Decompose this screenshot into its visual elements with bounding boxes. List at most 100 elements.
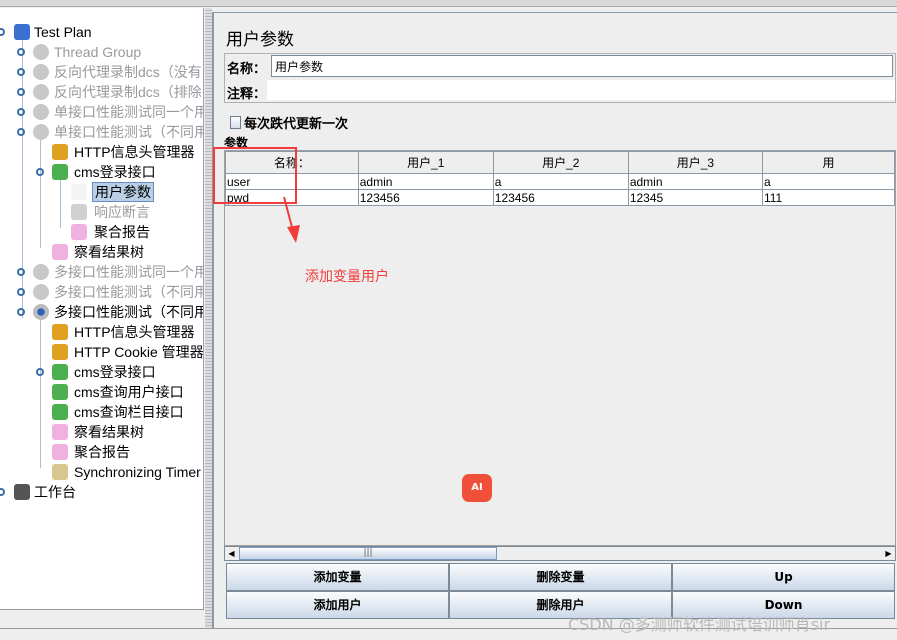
tree-node[interactable]: 聚合报告 (0, 222, 203, 242)
expand-handle-icon[interactable] (0, 488, 5, 496)
tree-node-label: 单接口性能测试同一个用 (54, 104, 204, 120)
tree-node[interactable]: 单接口性能测试（不同用 (0, 122, 203, 142)
table-row[interactable]: pwd 123456 123456 12345 111 (225, 189, 895, 206)
tree-node-label: 聚合报告 (94, 224, 150, 240)
tree-node[interactable]: HTTP Cookie 管理器 (0, 342, 204, 362)
expand-handle-icon[interactable] (17, 308, 25, 316)
expand-handle-icon[interactable] (17, 268, 25, 276)
gear-icon (33, 84, 49, 100)
tree-node[interactable]: 聚合报告 (0, 442, 203, 462)
tree-node[interactable]: 工作台 (0, 482, 203, 502)
tree-node[interactable]: HTTP信息头管理器 (0, 322, 203, 342)
tree-node-label: HTTP信息头管理器 (74, 144, 195, 160)
expand-handle-icon[interactable] (36, 168, 44, 176)
tree-node[interactable]: cms查询栏目接口 (0, 402, 203, 422)
tree-node-label: 反向代理录制dcs（没有 (54, 64, 202, 80)
expand-handle-icon[interactable] (0, 28, 5, 36)
table-cell[interactable]: admin (357, 173, 494, 190)
gear-icon (33, 64, 49, 80)
column-header[interactable]: 用户_3 (627, 151, 763, 174)
add-user-button[interactable]: 添加用户 (226, 591, 449, 619)
graph-icon (52, 444, 68, 460)
graph-icon (52, 424, 68, 440)
checkbox-icon[interactable] (230, 116, 241, 129)
table-cell[interactable]: 123456 (492, 189, 629, 206)
tree-node[interactable]: 单接口性能测试同一个用 (0, 102, 204, 122)
tree-node-label: 反向代理录制dcs（排除 (54, 84, 202, 100)
name-input[interactable]: 用户参数 (271, 55, 893, 77)
table-horizontal-scrollbar[interactable]: ◀ ||| ▶ (224, 546, 896, 561)
table-cell[interactable]: 111 (761, 189, 895, 206)
tree-node-label: cms登录接口 (74, 164, 156, 180)
expand-handle-icon[interactable] (17, 128, 25, 136)
tree-node-label: cms查询用户接口 (74, 384, 184, 400)
column-header[interactable]: 用 (761, 151, 895, 174)
tree-node[interactable]: Thread Group (0, 42, 203, 62)
tree-node[interactable]: 反向代理录制dcs（没有 (0, 62, 203, 82)
tree-horizontal-scrollbar[interactable] (0, 609, 204, 625)
tree-node-label: 多接口性能测试（不同用 (54, 304, 204, 320)
tree-node[interactable]: 多接口性能测试同一个用 (0, 262, 203, 282)
tree-node[interactable]: Synchronizing Timer (0, 462, 203, 482)
tree-node-label: Test Plan (34, 24, 92, 40)
timer-icon (52, 464, 68, 480)
comment-label: 注释： (227, 87, 267, 102)
add-variable-button[interactable]: 添加变量 (226, 563, 449, 591)
tree-node[interactable]: Test Plan (0, 22, 203, 42)
tree-node[interactable]: 多接口性能测试（不同用 (0, 282, 203, 302)
tree-node[interactable]: cms登录接口 (0, 362, 203, 382)
tree-node-label: 工作台 (34, 484, 76, 500)
tree-node[interactable]: cms登录接口 (0, 162, 203, 182)
up-button[interactable]: Up (672, 563, 895, 591)
update-once-per-iteration-checkbox[interactable]: 每次跌代更新一次 (230, 113, 348, 132)
parameters-table: 名称： 用户_1 用户_2 用户_3 用 user admin a admin … (225, 151, 895, 206)
ai-assistant-icon[interactable]: AI (462, 474, 492, 502)
table-cell[interactable]: a (492, 173, 629, 190)
annotation-arrow-icon (283, 196, 300, 243)
tree-node[interactable]: HTTP信息头管理器 (0, 142, 203, 162)
split-pane-divider[interactable] (205, 8, 212, 628)
annotation-text: 添加变量用户 (305, 269, 389, 285)
expand-handle-icon[interactable] (17, 68, 25, 76)
tree-node[interactable]: 反向代理录制dcs（排除 (0, 82, 203, 102)
gear-icon (33, 284, 49, 300)
tree-node[interactable]: 多接口性能测试（不同用 (0, 302, 204, 322)
tree-node-label: Thread Group (54, 44, 142, 60)
expand-handle-icon[interactable] (17, 48, 25, 56)
tree-node[interactable]: 察看结果树 (0, 422, 203, 442)
table-row[interactable]: user admin a admin a (225, 173, 895, 190)
tree-node-label: HTTP信息头管理器 (74, 324, 195, 340)
wrench-icon (52, 344, 68, 360)
column-header[interactable]: 用户_2 (492, 151, 629, 174)
table-cell[interactable]: admin (627, 173, 763, 190)
scroll-thumb[interactable]: ||| (239, 547, 497, 560)
panel-title: 用户参数 (226, 30, 294, 50)
tree-node[interactable]: 用户参数 (0, 182, 203, 202)
expand-handle-icon[interactable] (17, 108, 25, 116)
table-cell[interactable]: 123456 (357, 189, 494, 206)
scroll-left-icon[interactable]: ◀ (225, 547, 238, 560)
tree-node-label: cms查询栏目接口 (74, 404, 184, 420)
delete-variable-button[interactable]: 删除变量 (449, 563, 672, 591)
comment-input[interactable] (267, 80, 895, 100)
name-comment-group: 名称： 用户参数 注释： (224, 53, 896, 103)
tree-node-label: HTTP Cookie 管理器 (74, 344, 204, 360)
scroll-right-icon[interactable]: ▶ (882, 547, 895, 560)
pipette-icon (52, 364, 68, 380)
expand-handle-icon[interactable] (36, 368, 44, 376)
graph-icon (71, 224, 87, 240)
expand-handle-icon[interactable] (17, 288, 25, 296)
gear-icon (33, 44, 49, 60)
tree-node[interactable]: cms查询用户接口 (0, 382, 203, 402)
gear-icon (33, 124, 49, 140)
table-cell[interactable]: 12345 (627, 189, 763, 206)
table-cell[interactable]: a (761, 173, 895, 190)
column-header[interactable]: 用户_1 (357, 151, 494, 174)
tree-node[interactable]: 响应断言 (0, 202, 203, 222)
tree-node-label: cms登录接口 (74, 364, 156, 380)
gear-icon (33, 264, 49, 280)
pipette-icon (52, 384, 68, 400)
tree-node-label: 察看结果树 (74, 424, 144, 440)
tree-node[interactable]: 察看结果树 (0, 242, 203, 262)
expand-handle-icon[interactable] (17, 88, 25, 96)
